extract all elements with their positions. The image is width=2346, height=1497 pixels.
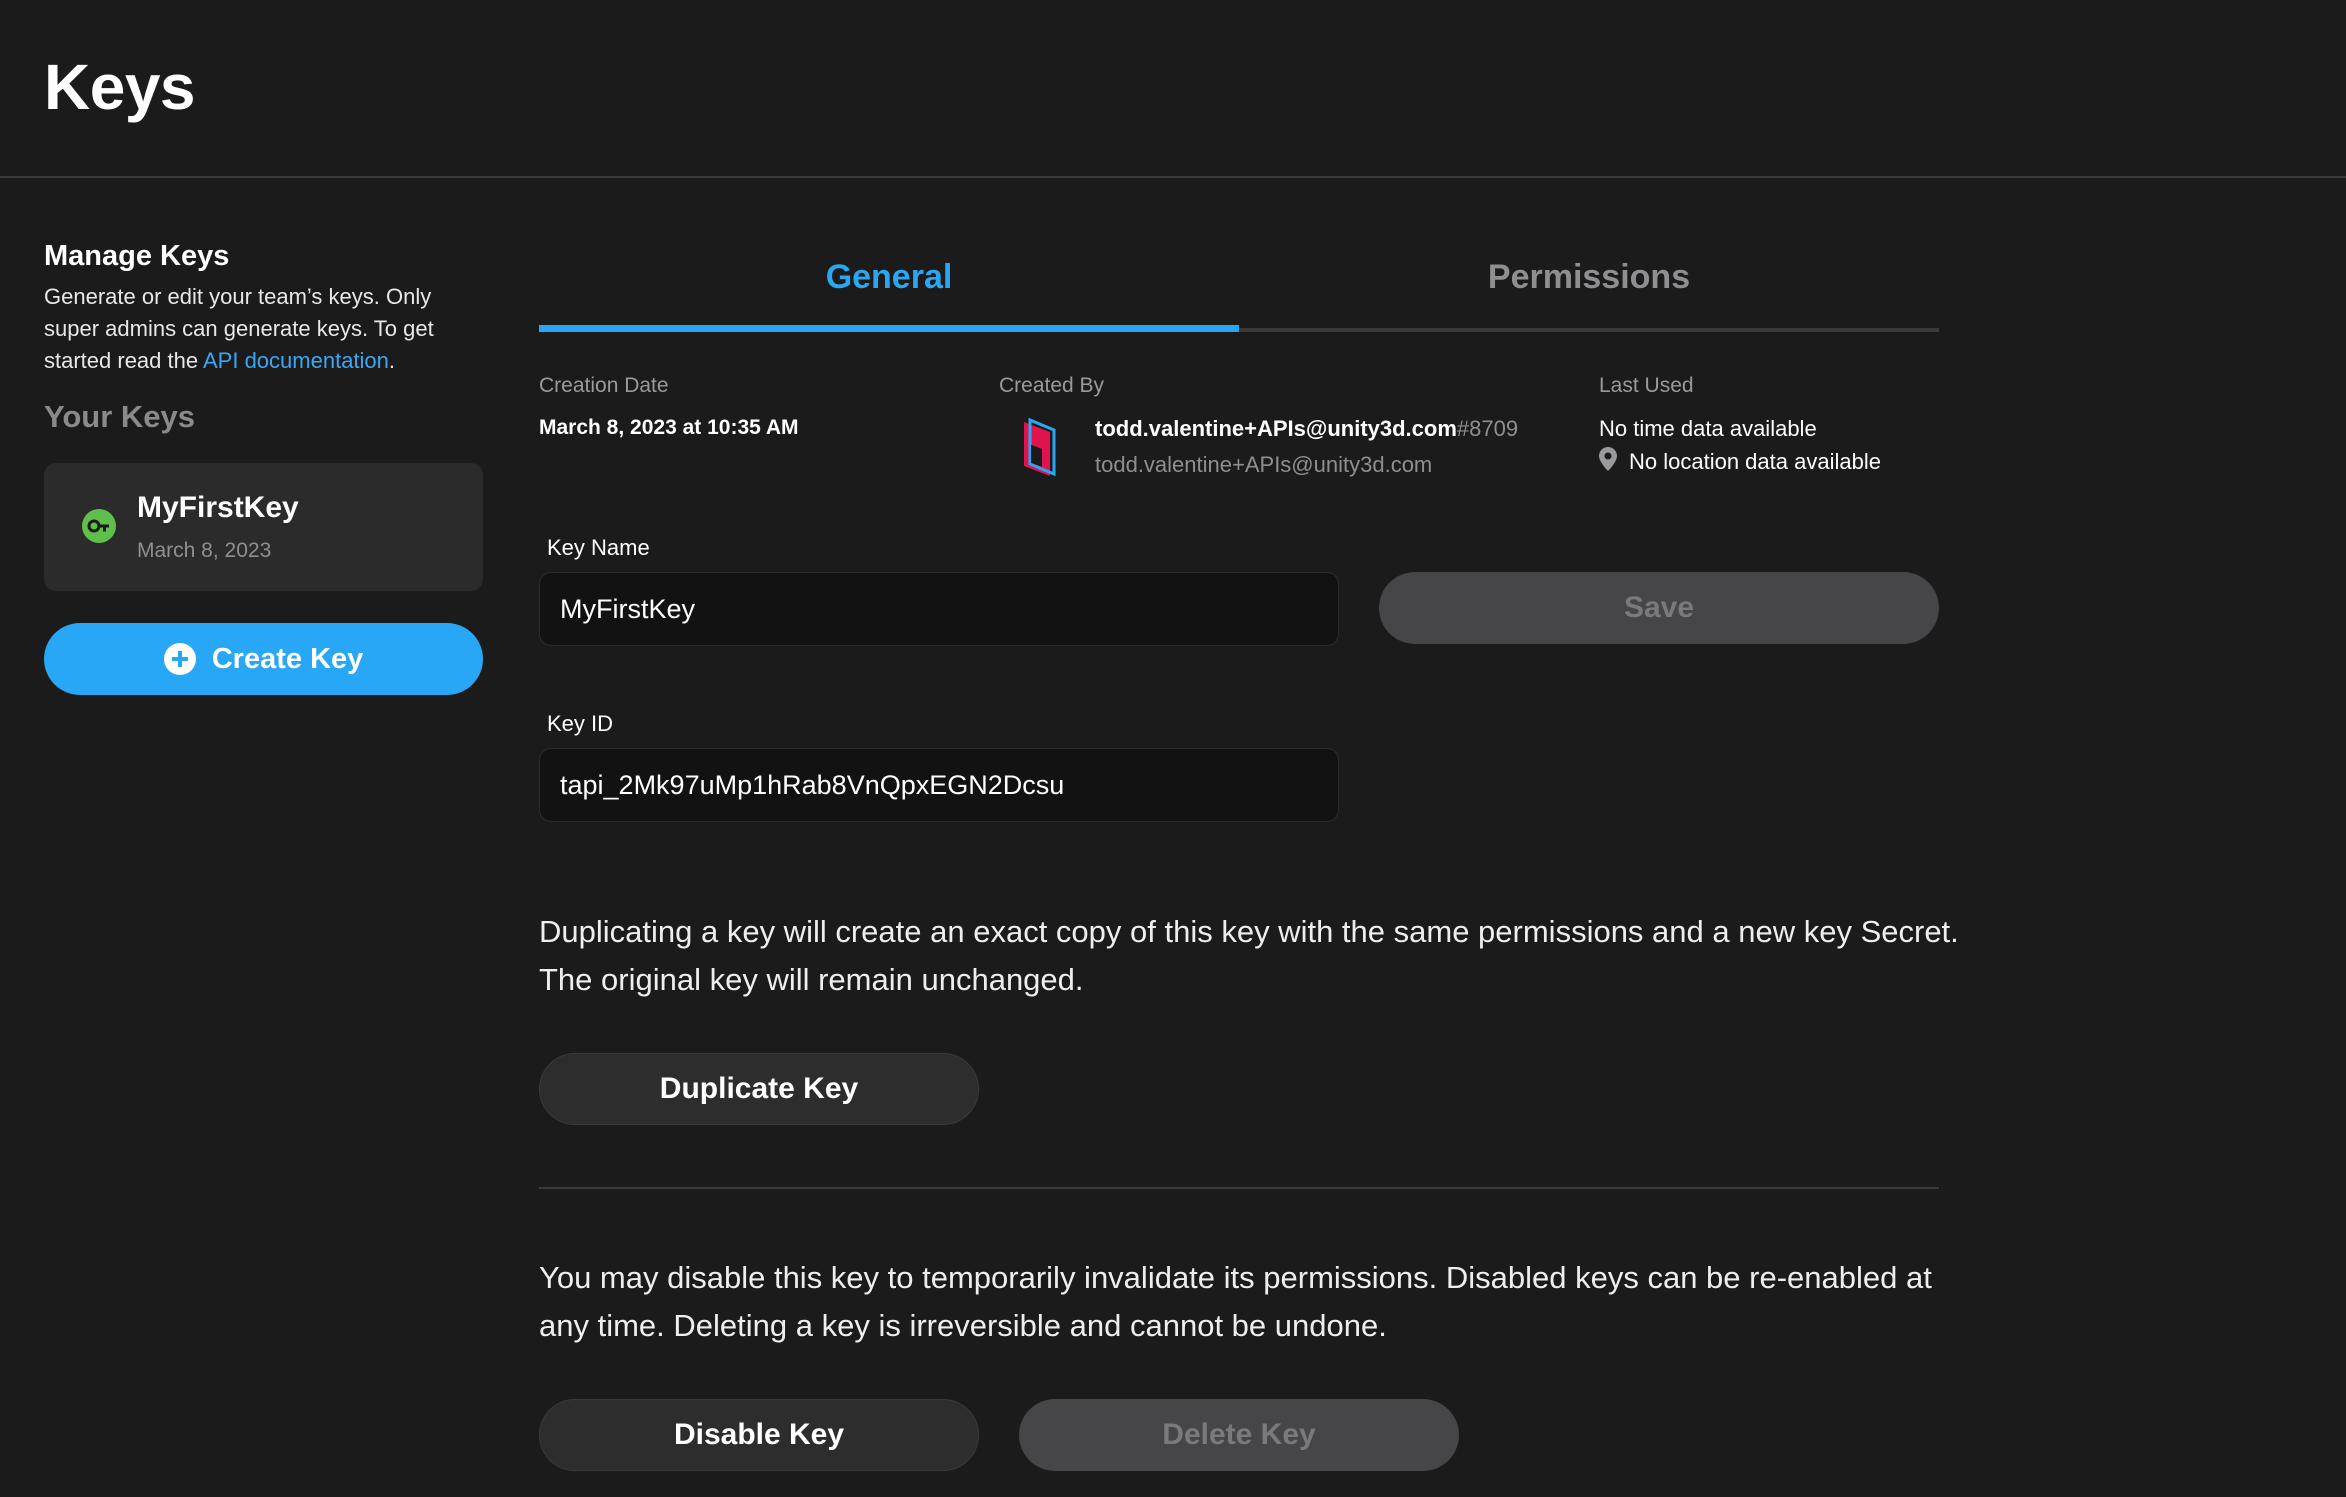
page-header: Keys	[0, 0, 2346, 178]
delete-key-button[interactable]: Delete Key	[1019, 1399, 1459, 1471]
key-list-item-date: March 8, 2023	[137, 539, 272, 562]
creator-name: todd.valentine+APIs@unity3d.com#8709	[1095, 416, 1518, 442]
creation-date-value: March 8, 2023 at 10:35 AM	[539, 416, 799, 439]
save-button[interactable]: Save	[1379, 572, 1939, 644]
sidebar: Manage Keys Generate or edit your team’s…	[44, 240, 484, 695]
tab-bar: General Permissions	[539, 240, 1939, 332]
api-documentation-link[interactable]: API documentation	[203, 348, 389, 373]
creator-email: todd.valentine+APIs@unity3d.com	[1095, 452, 1433, 477]
key-list-item-name: MyFirstKey	[137, 491, 299, 524]
disable-key-button[interactable]: Disable Key	[539, 1399, 979, 1471]
creator-avatar	[1012, 417, 1062, 482]
creation-date-label: Creation Date	[539, 374, 669, 397]
page-title: Keys	[44, 51, 196, 123]
creator-name-text: todd.valentine+APIs@unity3d.com	[1095, 416, 1457, 441]
disable-description: You may disable this key to temporarily …	[539, 1260, 1932, 1343]
key-name-input[interactable]: MyFirstKey	[539, 572, 1339, 646]
last-used-location: No location data available	[1599, 447, 1881, 477]
tab-permissions[interactable]: Permissions	[1239, 240, 1939, 328]
create-key-button[interactable]: Create Key	[44, 623, 483, 695]
created-by-label: Created By	[999, 374, 1105, 397]
key-detail-panel: General Permissions Creation Date March …	[539, 240, 1959, 1471]
create-key-label: Create Key	[211, 642, 364, 675]
section-divider	[539, 1187, 1939, 1189]
location-pin-icon	[1599, 447, 1617, 477]
last-used-time: No time data available	[1599, 416, 1817, 441]
last-used-label: Last Used	[1599, 374, 1694, 397]
manage-keys-description: Generate or edit your team’s keys. Only …	[44, 281, 484, 377]
your-keys-heading: Your Keys	[44, 399, 196, 434]
key-list-item[interactable]: MyFirstKey March 8, 2023	[44, 463, 483, 591]
last-used-location-text: No location data available	[1629, 449, 1881, 474]
creator-tag: #8709	[1456, 416, 1519, 441]
key-name-label: Key Name	[547, 535, 650, 560]
key-id-label: Key ID	[547, 711, 614, 736]
duplicate-key-button[interactable]: Duplicate Key	[539, 1053, 979, 1125]
tab-general[interactable]: General	[539, 240, 1239, 332]
key-icon	[82, 509, 116, 543]
manage-keys-title: Manage Keys	[44, 240, 230, 272]
plus-circle-icon	[163, 643, 196, 675]
duplicate-description: Duplicating a key will create an exact c…	[539, 914, 1959, 997]
manage-desc-period: .	[388, 348, 396, 373]
key-id-field[interactable]: tapi_2Mk97uMp1hRab8VnQpxEGN2Dcsu	[539, 748, 1339, 822]
